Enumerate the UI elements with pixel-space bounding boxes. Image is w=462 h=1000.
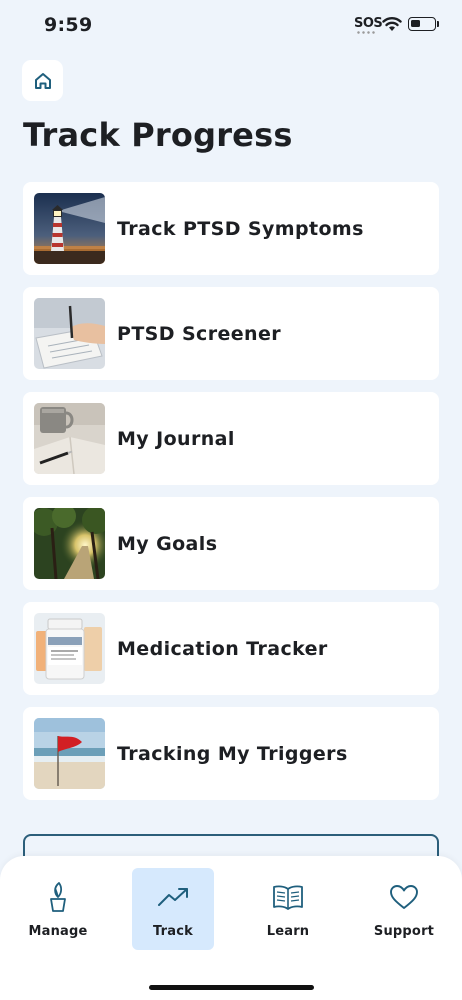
card-my-journal[interactable]: My Journal	[23, 392, 439, 485]
tab-label: Learn	[266, 924, 310, 939]
forest-path-image	[34, 508, 105, 579]
card-ptsd-screener[interactable]: PTSD Screener	[23, 287, 439, 380]
plant-icon	[50, 882, 66, 912]
red-flag-beach-image	[34, 718, 105, 789]
status-bar: 9:59 SOS	[0, 0, 462, 52]
card-label: PTSD Screener	[117, 322, 282, 345]
card-list: Track PTSD Symptoms PTSD Screener My Jou…	[23, 182, 439, 812]
tab-manage[interactable]: Manage	[17, 868, 99, 950]
book-icon	[273, 885, 303, 910]
trending-up-icon	[158, 888, 188, 906]
tab-track[interactable]: Track	[132, 868, 214, 950]
journal-mug-image	[34, 403, 105, 474]
tab-support[interactable]: Support	[363, 868, 445, 950]
card-label: Tracking My Triggers	[117, 742, 348, 765]
card-label: Medication Tracker	[117, 637, 328, 660]
lighthouse-image	[34, 193, 105, 264]
battery-icon	[408, 17, 436, 31]
tab-learn[interactable]: Learn	[247, 868, 329, 950]
card-track-ptsd-symptoms[interactable]: Track PTSD Symptoms	[23, 182, 439, 275]
page-title: Track Progress	[23, 116, 293, 154]
tab-label: Manage	[28, 924, 88, 939]
bottom-nav: Manage Track Learn Support	[0, 856, 462, 1000]
tab-label: Track	[153, 924, 193, 939]
status-time: 9:59	[44, 14, 93, 36]
pill-bottles-image	[34, 613, 105, 684]
tab-label: Support	[373, 924, 435, 939]
battery-nub	[437, 21, 439, 27]
card-label: My Journal	[117, 427, 235, 450]
home-button[interactable]	[22, 60, 63, 101]
card-my-goals[interactable]: My Goals	[23, 497, 439, 590]
card-label: My Goals	[117, 532, 218, 555]
heart-icon	[390, 885, 418, 909]
cellular-dots-icon	[356, 31, 376, 34]
home-indicator	[149, 985, 314, 990]
home-icon	[34, 72, 51, 89]
writing-hand-image	[34, 298, 105, 369]
card-label: Track PTSD Symptoms	[117, 217, 364, 240]
card-medication-tracker[interactable]: Medication Tracker	[23, 602, 439, 695]
sos-indicator: SOS	[354, 16, 383, 31]
card-tracking-my-triggers[interactable]: Tracking My Triggers	[23, 707, 439, 800]
wifi-icon	[382, 17, 402, 31]
